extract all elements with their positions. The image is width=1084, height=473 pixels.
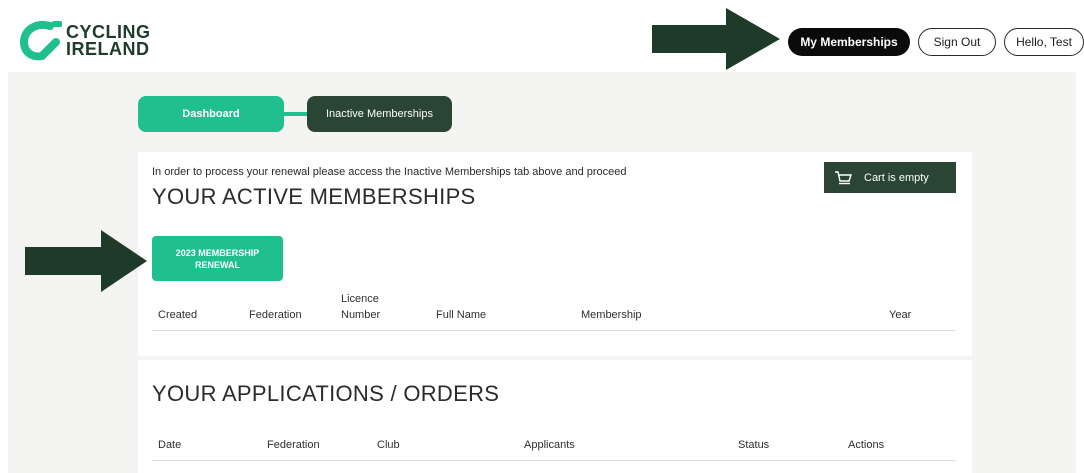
cycling-ireland-logo[interactable]: CYCLING IRELAND <box>16 20 151 62</box>
column-club[interactable]: Club <box>377 439 400 451</box>
applications-orders-title: YOUR APPLICATIONS / ORDERS <box>152 381 500 406</box>
cart-button[interactable]: Cart is empty <box>824 162 956 193</box>
column-membership[interactable]: Membership <box>581 309 642 321</box>
column-licence-number-line2[interactable]: Number <box>341 309 380 321</box>
active-memberships-title: YOUR ACTIVE MEMBERSHIPS <box>152 184 476 209</box>
cart-label: Cart is empty <box>864 171 929 184</box>
column-licence-number-line1[interactable]: Licence <box>341 293 379 305</box>
arrow-icon <box>652 8 780 70</box>
user-greeting-button[interactable]: Hello, Test <box>1004 28 1084 56</box>
column-applicants[interactable]: Applicants <box>524 439 575 451</box>
renewal-notice: In order to process your renewal please … <box>152 166 627 178</box>
sign-out-button[interactable]: Sign Out <box>918 28 996 56</box>
column-actions[interactable]: Actions <box>848 439 884 451</box>
logo-icon <box>19 21 62 61</box>
column-year[interactable]: Year <box>889 309 911 321</box>
column-date[interactable]: Date <box>158 439 181 451</box>
column-federation[interactable]: Federation <box>249 309 302 321</box>
tab-inactive-memberships[interactable]: Inactive Memberships <box>307 96 452 132</box>
tab-connector <box>280 112 310 116</box>
header: CYCLING IRELAND My Memberships Sign Out … <box>0 0 1084 72</box>
membership-renewal-button[interactable]: 2023 MEMBERSHIP RENEWAL <box>152 236 283 281</box>
table-divider <box>152 330 956 331</box>
brand-name: CYCLING IRELAND <box>66 23 151 59</box>
arrow-icon <box>25 230 147 292</box>
tab-dashboard[interactable]: Dashboard <box>138 96 284 132</box>
column-full-name[interactable]: Full Name <box>436 309 486 321</box>
column-status[interactable]: Status <box>738 439 769 451</box>
applications-orders-card <box>138 360 972 473</box>
brand-line-2: IRELAND <box>66 39 150 59</box>
cart-icon <box>835 170 852 184</box>
orders-table-divider <box>152 460 956 461</box>
column-order-federation[interactable]: Federation <box>267 439 320 451</box>
my-memberships-button[interactable]: My Memberships <box>788 28 910 56</box>
column-created[interactable]: Created <box>158 309 197 321</box>
